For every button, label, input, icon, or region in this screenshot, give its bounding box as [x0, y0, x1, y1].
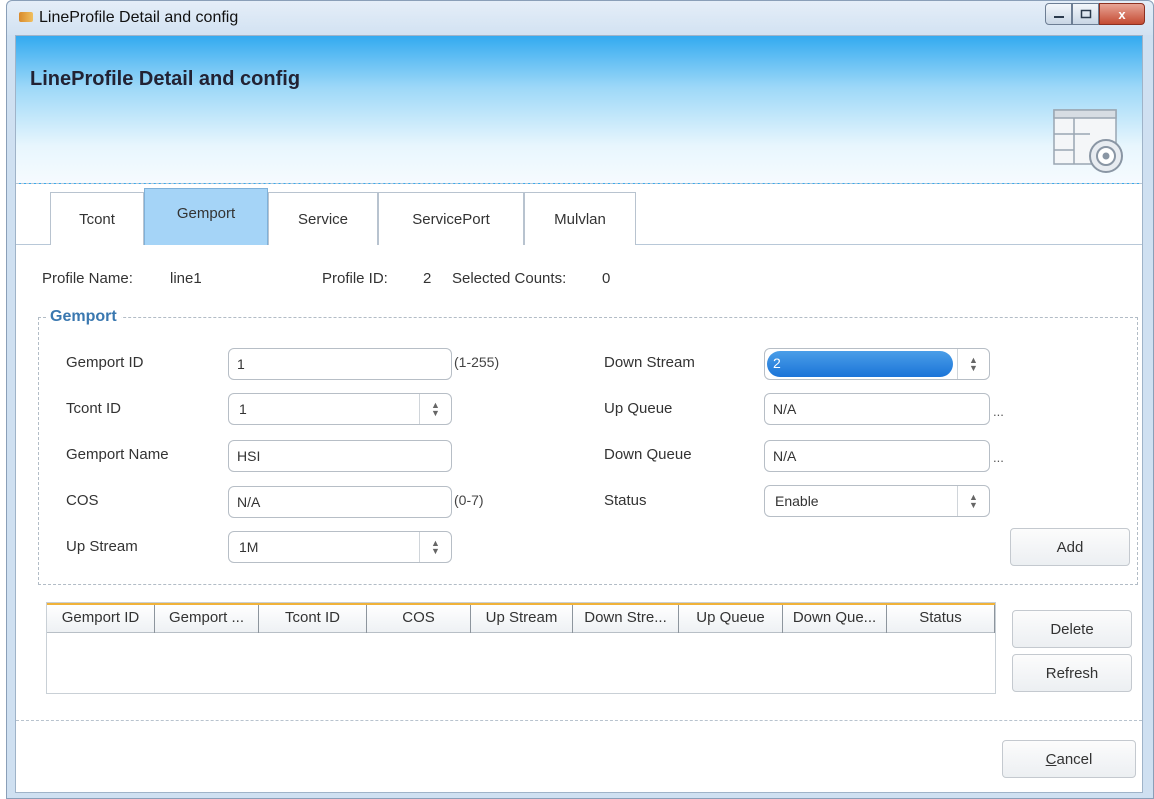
banner-title: LineProfile Detail and config — [30, 68, 301, 90]
spinner-arrows-icon[interactable]: ▲ ▼ — [957, 486, 989, 516]
tcont-id-label: Tcont ID — [66, 400, 122, 417]
gemport-id-label: Gemport ID — [66, 354, 144, 371]
status-label: Status — [604, 492, 647, 509]
down-stream-value: 2 — [767, 351, 953, 377]
spinner-arrows-icon[interactable]: ▲ ▼ — [957, 349, 989, 379]
window-controls: x — [1045, 3, 1145, 27]
profile-id-label: Profile ID: — [322, 270, 388, 287]
tcont-id-select[interactable]: 1 ▲ ▼ — [228, 393, 452, 425]
column-header-gemport-id[interactable]: Gemport ID — [47, 605, 155, 633]
down-queue-more-button[interactable]: ... — [993, 450, 1004, 465]
tab-serviceport[interactable]: ServicePort — [378, 192, 524, 245]
profile-name-value: line1 — [170, 270, 202, 287]
profile-name-label: Profile Name: — [42, 270, 133, 287]
column-header-up-stream[interactable]: Up Stream — [471, 605, 573, 633]
column-header-gemport-name[interactable]: Gemport ... — [155, 605, 259, 633]
spinner-arrows-icon[interactable]: ▲ ▼ — [419, 394, 451, 424]
tab-gemport[interactable]: Gemport — [144, 188, 268, 245]
status-select[interactable]: Enable ▲ ▼ — [764, 485, 990, 517]
profile-id-value: 2 — [423, 270, 432, 287]
cos-field[interactable] — [228, 486, 452, 518]
tab-tcont[interactable]: Tcont — [50, 192, 144, 245]
delete-button[interactable]: Delete — [1012, 610, 1132, 648]
up-stream-value: 1M — [239, 539, 259, 555]
status-value: Enable — [775, 493, 819, 509]
cancel-label: ancel — [1056, 750, 1093, 768]
column-header-cos[interactable]: COS — [367, 605, 471, 633]
header-banner: LineProfile Detail and config — [16, 36, 1142, 184]
up-queue-field[interactable] — [764, 393, 990, 425]
tab-bar: Tcont Gemport Service ServicePort Mulvla… — [16, 188, 1142, 245]
tab-mulvlan[interactable]: Mulvlan — [524, 192, 636, 245]
title-bar[interactable]: LineProfile Detail and config x — [7, 1, 1153, 35]
down-queue-label: Down Queue — [604, 446, 692, 463]
up-stream-label: Up Stream — [66, 538, 138, 555]
cos-range-hint: (0-7) — [454, 492, 484, 508]
minimize-button[interactable] — [1045, 3, 1072, 25]
refresh-button[interactable]: Refresh — [1012, 654, 1132, 692]
column-header-down-stream[interactable]: Down Stre... — [573, 605, 679, 633]
down-stream-label: Down Stream — [604, 354, 695, 371]
gemport-id-range-hint: (1-255) — [454, 354, 500, 370]
cancel-button[interactable]: Cancel — [1002, 740, 1136, 778]
tcont-id-value: 1 — [239, 401, 247, 417]
tab-service[interactable]: Service — [268, 192, 378, 245]
down-stream-select[interactable]: 2 ▲ ▼ — [764, 348, 990, 380]
selected-counts-label: Selected Counts: — [452, 270, 567, 287]
up-queue-more-button[interactable]: ... — [993, 404, 1004, 419]
up-queue-label: Up Queue — [604, 400, 673, 417]
spinner-arrows-icon[interactable]: ▲ ▼ — [419, 532, 451, 562]
column-header-up-queue[interactable]: Up Queue — [679, 605, 783, 633]
gemport-name-label: Gemport Name — [66, 446, 169, 463]
up-stream-select[interactable]: 1M ▲ ▼ — [228, 531, 452, 563]
table-header: Gemport ID Gemport ... Tcont ID COS Up S… — [47, 603, 995, 633]
cos-label: COS — [66, 492, 99, 509]
gemport-name-field[interactable] — [228, 440, 452, 472]
add-button[interactable]: Add — [1010, 528, 1130, 566]
footer-divider — [16, 720, 1142, 721]
gemport-id-field[interactable] — [228, 348, 452, 380]
close-button[interactable]: x — [1099, 3, 1145, 25]
gemport-legend: Gemport — [46, 308, 121, 326]
down-queue-field[interactable] — [764, 440, 990, 472]
maximize-button[interactable] — [1072, 3, 1099, 25]
window-title: LineProfile Detail and config — [39, 9, 239, 26]
app-icon — [19, 12, 33, 22]
column-header-down-queue[interactable]: Down Que... — [783, 605, 887, 633]
column-header-status[interactable]: Status — [887, 605, 995, 633]
dialog-window: LineProfile Detail and config x LineProf… — [6, 0, 1154, 799]
column-header-tcont-id[interactable]: Tcont ID — [259, 605, 367, 633]
config-window-icon — [1053, 109, 1123, 173]
gemport-table[interactable]: Gemport ID Gemport ... Tcont ID COS Up S… — [46, 602, 996, 694]
maximize-icon — [1080, 9, 1091, 19]
selected-counts-value: 0 — [602, 270, 611, 287]
cancel-accelerator: C — [1045, 750, 1057, 768]
close-icon: x — [1118, 6, 1126, 22]
minimize-icon — [1053, 16, 1064, 18]
dialog-content: LineProfile Detail and config Tcont Gemp… — [15, 35, 1143, 793]
